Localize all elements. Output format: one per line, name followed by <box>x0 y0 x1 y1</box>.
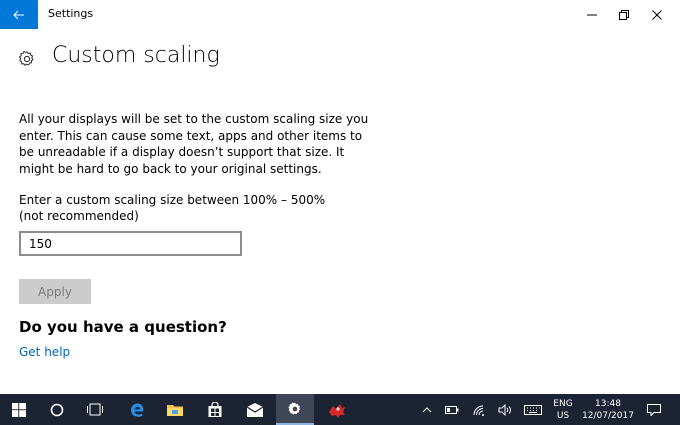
restore-icon <box>619 9 629 20</box>
settings-icon <box>288 401 301 415</box>
apply-button[interactable]: Apply <box>19 279 91 304</box>
cortana-button[interactable] <box>38 394 76 425</box>
language-code: ENG <box>553 398 573 409</box>
back-arrow-icon <box>13 10 24 19</box>
task-view-button[interactable] <box>76 394 114 425</box>
back-button[interactable] <box>0 0 38 29</box>
clock-date: 12/07/2017 <box>582 410 634 421</box>
app-taskbar-button[interactable] <box>318 394 356 425</box>
speaker-icon <box>498 403 511 416</box>
settings-taskbar-button[interactable] <box>276 394 314 425</box>
touch-keyboard-button[interactable] <box>520 394 546 425</box>
restore-button[interactable] <box>608 0 640 29</box>
clock-time: 13:48 <box>595 398 621 409</box>
mail-icon <box>246 402 264 417</box>
close-icon <box>652 9 662 20</box>
notification-icon <box>647 403 661 416</box>
battery-button[interactable] <box>442 394 462 425</box>
mail-button[interactable] <box>236 394 274 425</box>
file-explorer-icon <box>167 404 183 416</box>
start-icon <box>12 402 26 417</box>
close-button[interactable] <box>641 0 673 29</box>
cortana-icon <box>50 403 64 416</box>
store-button[interactable] <box>196 394 234 425</box>
start-button[interactable] <box>0 394 38 425</box>
input-language-button[interactable]: ENG US <box>550 394 576 425</box>
store-icon <box>208 401 222 417</box>
edge-button[interactable] <box>118 394 156 425</box>
volume-button[interactable] <box>494 394 516 425</box>
wifi-icon <box>473 405 484 416</box>
scaling-description: All your displays will be set to the cus… <box>19 112 369 176</box>
edge-icon <box>131 403 144 417</box>
app-icon <box>329 403 345 418</box>
taskbar: ENG US 13:48 12/07/2017 <box>0 394 680 425</box>
file-explorer-button[interactable] <box>156 394 194 425</box>
gear-icon <box>19 51 34 66</box>
minimize-button[interactable] <box>576 0 608 29</box>
keyboard-icon <box>524 404 542 415</box>
battery-icon <box>445 405 459 414</box>
window-title: Settings <box>48 7 94 20</box>
get-help-link[interactable]: Get help <box>19 345 70 359</box>
action-center-button[interactable] <box>642 394 666 425</box>
minimize-icon <box>587 14 597 15</box>
chevron-up-icon <box>422 406 432 412</box>
region-code: US <box>556 410 570 421</box>
question-heading: Do you have a question? <box>19 318 227 336</box>
show-hidden-icons-button[interactable] <box>418 394 436 425</box>
page-header <box>18 44 36 74</box>
network-button[interactable] <box>468 394 490 425</box>
custom-scaling-input[interactable] <box>19 231 242 256</box>
title-bar: Settings <box>0 0 680 29</box>
task-view-icon <box>87 403 103 416</box>
scaling-input-label: Enter a custom scaling size between 100%… <box>19 193 326 223</box>
clock[interactable]: 13:48 12/07/2017 <box>582 394 634 425</box>
page-title: Custom scaling <box>52 43 220 68</box>
